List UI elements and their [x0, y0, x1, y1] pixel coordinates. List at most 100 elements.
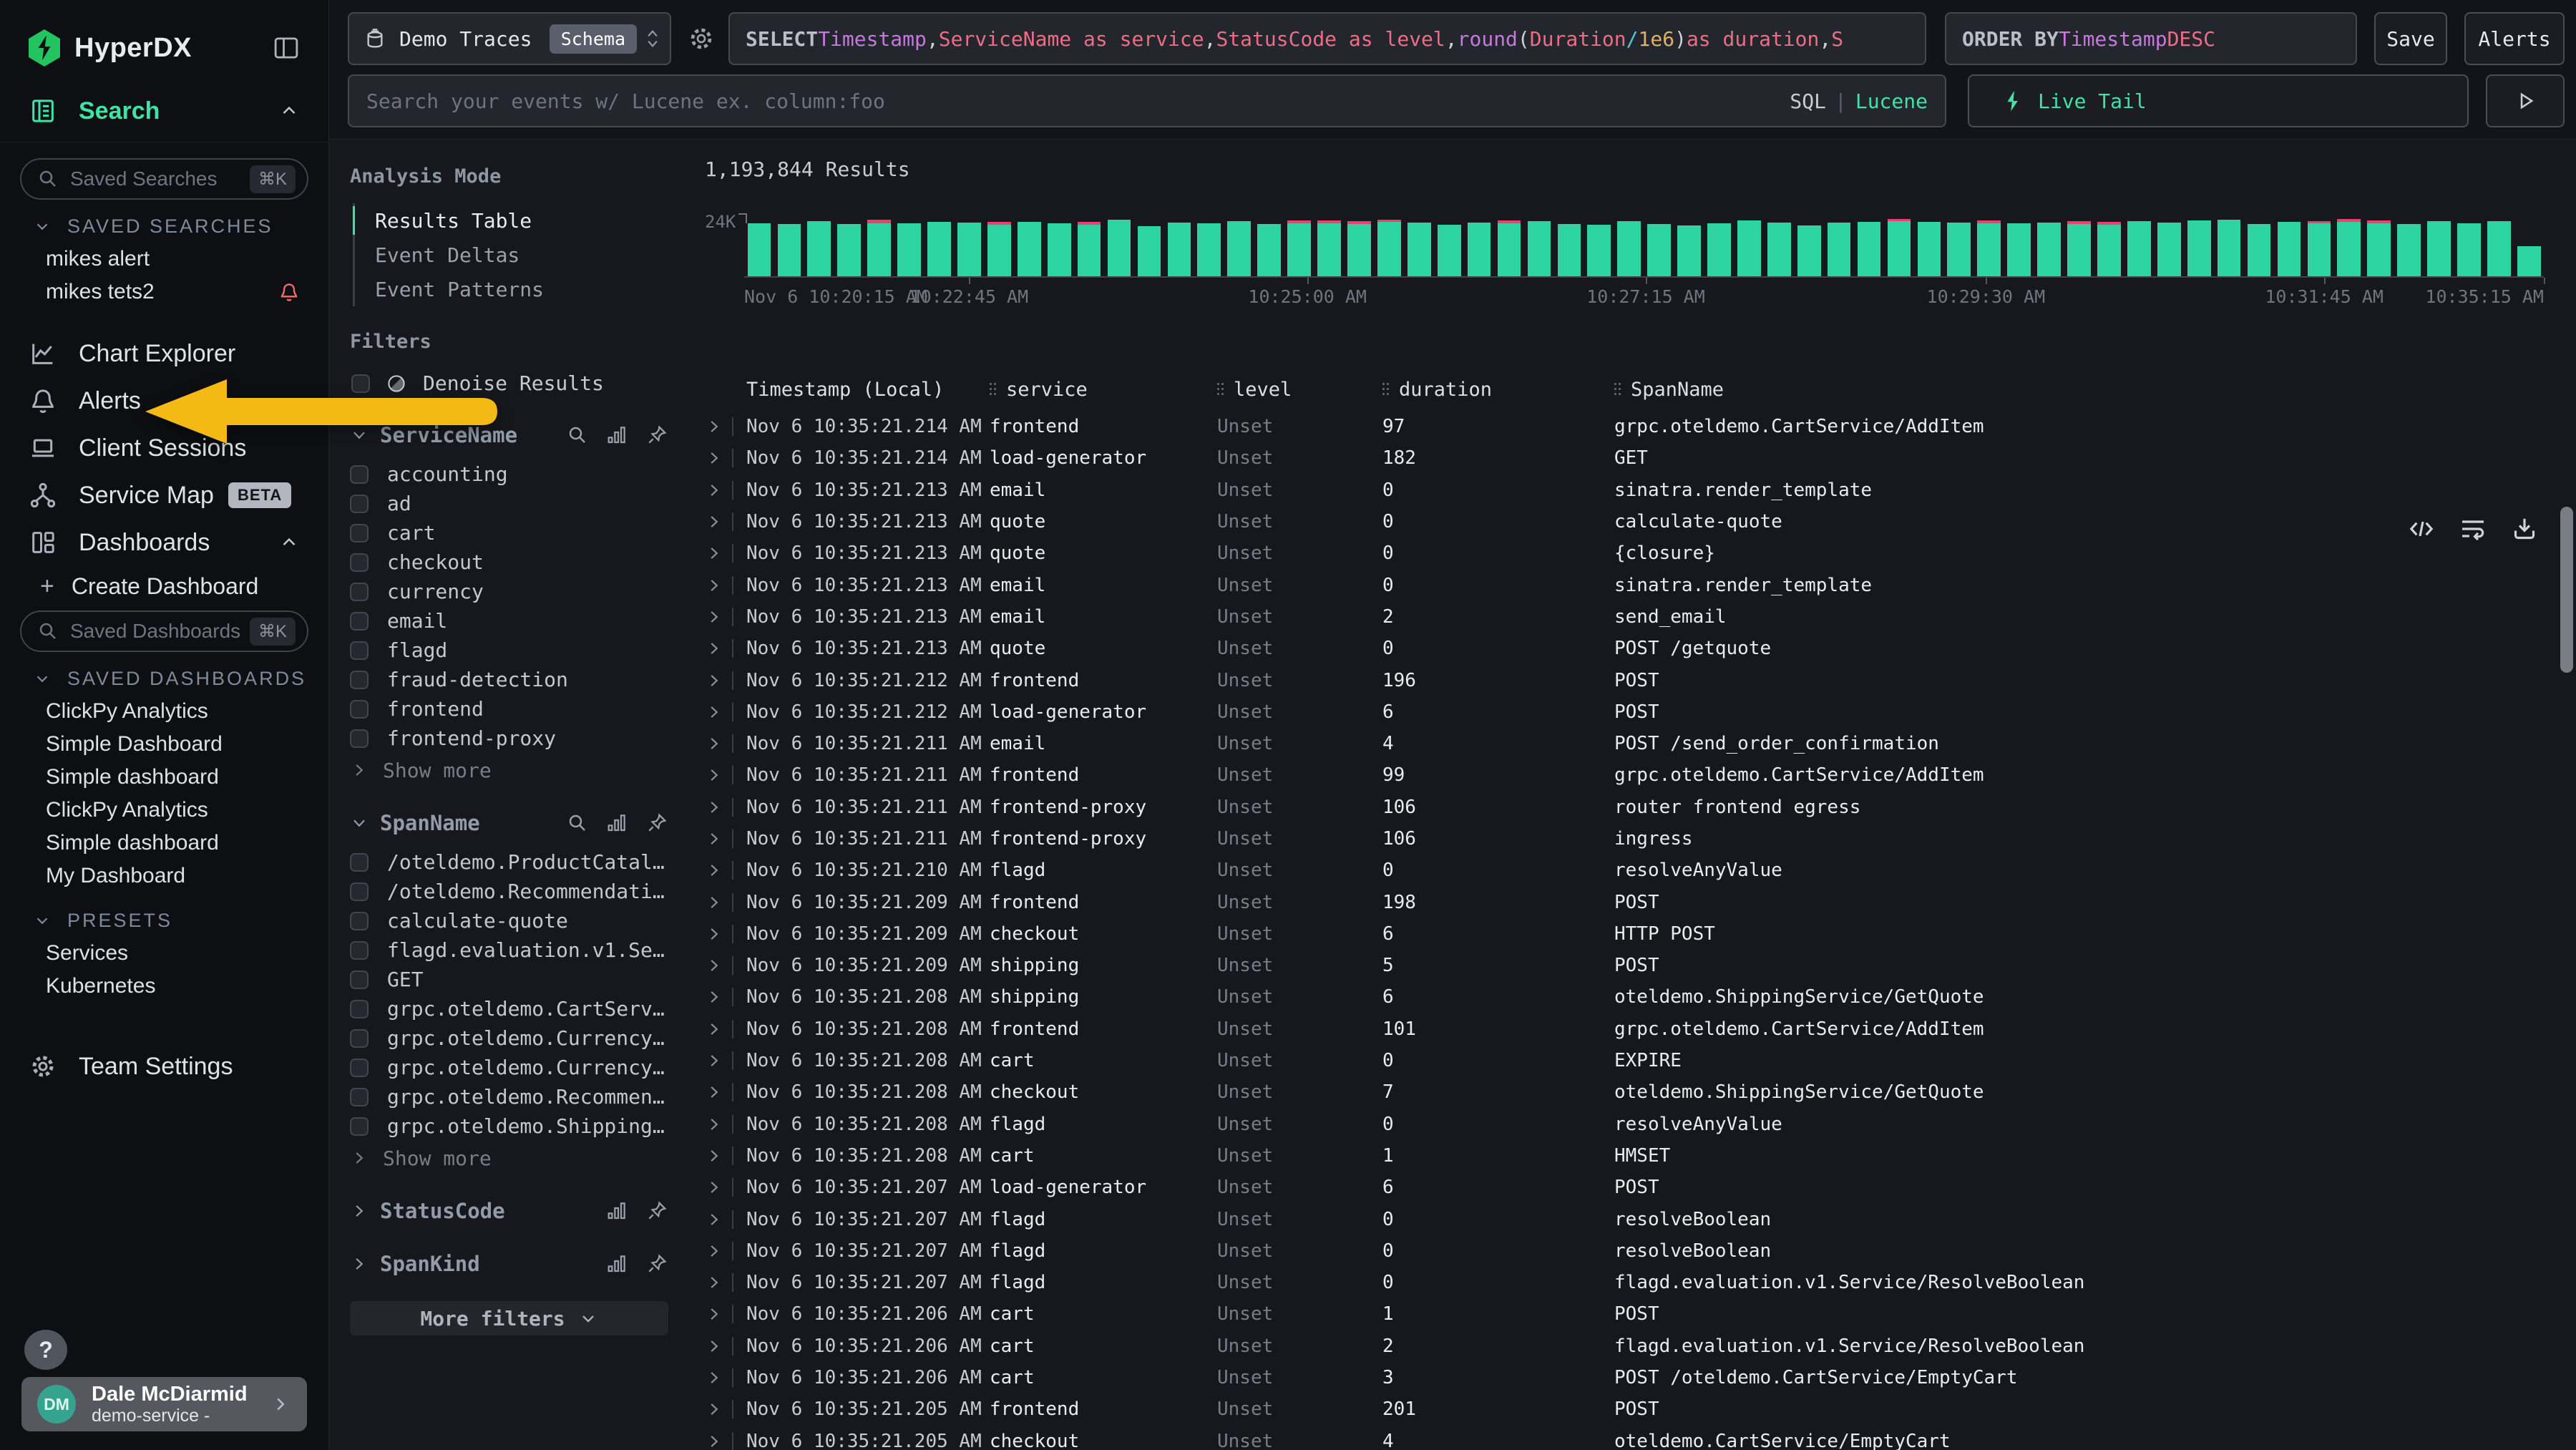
help-button[interactable]: ? [24, 1330, 67, 1370]
bar-chart-icon[interactable] [605, 812, 628, 835]
filter-checkbox-item[interactable]: grpc.oteldemo.ShippingS… [350, 1111, 668, 1141]
filter-checkbox-item[interactable]: calculate-quote [350, 906, 668, 935]
filter-checkbox-item[interactable]: /oteldemo.Recommendatio… [350, 877, 668, 906]
filter-checkbox-item[interactable]: fraud-detection [350, 665, 668, 694]
row-expander[interactable] [705, 893, 746, 912]
row-expander[interactable] [705, 766, 746, 784]
row-expander[interactable] [705, 608, 746, 626]
row-expander[interactable] [705, 1242, 746, 1260]
filter-group-header[interactable]: SpanKind [350, 1248, 668, 1280]
filter-checkbox-item[interactable]: cart [350, 518, 668, 548]
checkbox[interactable] [350, 553, 369, 572]
saved-dashboard-item[interactable]: Simple dashboard [0, 761, 328, 794]
row-expander[interactable] [705, 829, 746, 848]
filter-checkbox-item[interactable]: accounting [350, 459, 668, 489]
saved-dashboard-item[interactable]: My Dashboard [0, 860, 328, 892]
checkbox[interactable] [350, 700, 369, 719]
user-menu[interactable]: DM Dale McDiarmid demo-service - [21, 1377, 307, 1431]
row-expander[interactable] [705, 798, 746, 817]
wrap-text-icon[interactable] [2459, 515, 2487, 543]
checkbox[interactable] [350, 1059, 369, 1077]
checkbox[interactable] [350, 941, 369, 960]
scrollbar-thumb[interactable] [2560, 507, 2573, 673]
filter-checkbox-item[interactable]: currency [350, 577, 668, 606]
denoise-toggle[interactable]: Denoise Results [351, 371, 668, 395]
checkbox[interactable] [350, 495, 369, 513]
sidebar-item-team-settings[interactable]: Team Settings [0, 1043, 328, 1090]
drag-handle-icon[interactable] [1614, 383, 1621, 396]
analysis-mode-tab[interactable]: Results Table [355, 203, 668, 238]
denoise-checkbox[interactable] [351, 374, 370, 393]
row-expander[interactable] [705, 861, 746, 880]
filter-checkbox-item[interactable]: checkout [350, 548, 668, 577]
column-header-spanname[interactable]: SpanName [1614, 379, 2547, 401]
table-row[interactable]: Nov 6 10:35:21.213 AMemailUnset2send_ema… [705, 601, 2547, 633]
preset-item[interactable]: Services [0, 937, 328, 970]
filter-checkbox-item[interactable]: GET [350, 965, 668, 994]
table-row[interactable]: Nov 6 10:35:21.208 AMcartUnset0EXPIRE [705, 1045, 2547, 1076]
saved-search-item[interactable]: mikes tets2 [0, 276, 328, 308]
table-row[interactable]: Nov 6 10:35:21.208 AMcheckoutUnset7oteld… [705, 1076, 2547, 1108]
table-row[interactable]: Nov 6 10:35:21.209 AMshippingUnset5POST [705, 950, 2547, 981]
saved-dashboard-item[interactable]: ClickPy Analytics [0, 794, 328, 827]
filter-checkbox-item[interactable]: email [350, 606, 668, 636]
filter-group-header[interactable]: StatusCode [350, 1195, 668, 1227]
drag-handle-icon[interactable] [990, 383, 996, 396]
saved-searches-input[interactable]: Saved Searches ⌘K [20, 158, 308, 200]
table-row[interactable]: Nov 6 10:35:21.211 AMfrontend-proxyUnset… [705, 823, 2547, 855]
table-row[interactable]: Nov 6 10:35:21.212 AMload-generatorUnset… [705, 696, 2547, 728]
table-row[interactable]: Nov 6 10:35:21.209 AMcheckoutUnset6HTTP … [705, 918, 2547, 950]
live-tail-button[interactable]: Live Tail [1968, 74, 2469, 127]
table-row[interactable]: Nov 6 10:35:21.207 AMflagdUnset0flagd.ev… [705, 1267, 2547, 1298]
filter-checkbox-item[interactable]: frontend-proxy [350, 724, 668, 753]
filter-checkbox-item[interactable]: /oteldemo.ProductCatalo… [350, 847, 668, 877]
filter-checkbox-item[interactable]: grpc.oteldemo.CartServi… [350, 994, 668, 1023]
bar-chart-icon[interactable] [605, 1252, 628, 1275]
events-histogram[interactable]: 24K Nov 6 10:20:15 AM10:22:45 AM10:25:00… [705, 215, 2544, 308]
row-expander[interactable] [705, 1305, 746, 1323]
column-header-duration[interactable]: duration [1382, 379, 1614, 401]
preset-item[interactable]: Kubernetes [0, 970, 328, 1003]
show-more-button[interactable]: Show more [350, 754, 668, 786]
table-row[interactable]: Nov 6 10:35:21.213 AMemailUnset0sinatra.… [705, 475, 2547, 506]
table-row[interactable]: Nov 6 10:35:21.209 AMfrontendUnset198POS… [705, 886, 2547, 918]
row-expander[interactable] [705, 449, 746, 467]
row-expander[interactable] [705, 1051, 746, 1070]
filter-group-header[interactable]: SpanName [350, 807, 668, 839]
saved-searches-section-header[interactable]: SAVED SEARCHES [0, 210, 328, 243]
analysis-mode-tab[interactable]: Event Patterns [355, 272, 668, 306]
checkbox[interactable] [350, 641, 369, 660]
column-header-service[interactable]: service [990, 379, 1217, 401]
table-row[interactable]: Nov 6 10:35:21.213 AMquoteUnset0{closure… [705, 537, 2547, 569]
source-selector[interactable]: Demo Traces Schema [348, 12, 671, 65]
pin-icon[interactable] [645, 1200, 668, 1222]
presets-section-header[interactable]: PRESETS [0, 904, 328, 937]
bar-chart-icon[interactable] [605, 424, 628, 447]
saved-dashboard-item[interactable]: Simple dashboard [0, 827, 328, 860]
checkbox[interactable] [350, 524, 369, 542]
pin-icon[interactable] [645, 812, 668, 835]
sidebar-item-dashboards[interactable]: Dashboards [0, 519, 328, 566]
checkbox[interactable] [350, 612, 369, 631]
checkbox[interactable] [350, 671, 369, 689]
filter-checkbox-item[interactable]: flagd [350, 636, 668, 665]
alerts-button[interactable]: Alerts [2464, 12, 2565, 65]
row-expander[interactable] [705, 925, 746, 943]
drag-handle-icon[interactable] [1382, 383, 1389, 396]
row-expander[interactable] [705, 1020, 746, 1038]
table-row[interactable]: Nov 6 10:35:21.214 AMfrontendUnset97grpc… [705, 411, 2547, 442]
row-expander[interactable] [705, 703, 746, 721]
row-expander[interactable] [705, 956, 746, 975]
filter-checkbox-item[interactable]: grpc.oteldemo.CurrencyS… [350, 1053, 668, 1082]
sidebar-item-service-map[interactable]: Service Map BETA [0, 472, 328, 519]
table-row[interactable]: Nov 6 10:35:21.207 AMload-generatorUnset… [705, 1172, 2547, 1203]
table-row[interactable]: Nov 6 10:35:21.208 AMshippingUnset6oteld… [705, 981, 2547, 1013]
table-row[interactable]: Nov 6 10:35:21.208 AMflagdUnset0resolveA… [705, 1109, 2547, 1140]
table-row[interactable]: Nov 6 10:35:21.207 AMflagdUnset0resolveB… [705, 1235, 2547, 1267]
sidebar-item-alerts[interactable]: Alerts [0, 377, 328, 424]
create-dashboard-button[interactable]: + Create Dashboard [0, 566, 328, 606]
filter-checkbox-item[interactable]: grpc.oteldemo.CurrencyS… [350, 1023, 668, 1053]
filter-checkbox-item[interactable]: frontend [350, 694, 668, 724]
row-expander[interactable] [705, 1273, 746, 1292]
more-filters-button[interactable]: More filters [350, 1301, 668, 1335]
